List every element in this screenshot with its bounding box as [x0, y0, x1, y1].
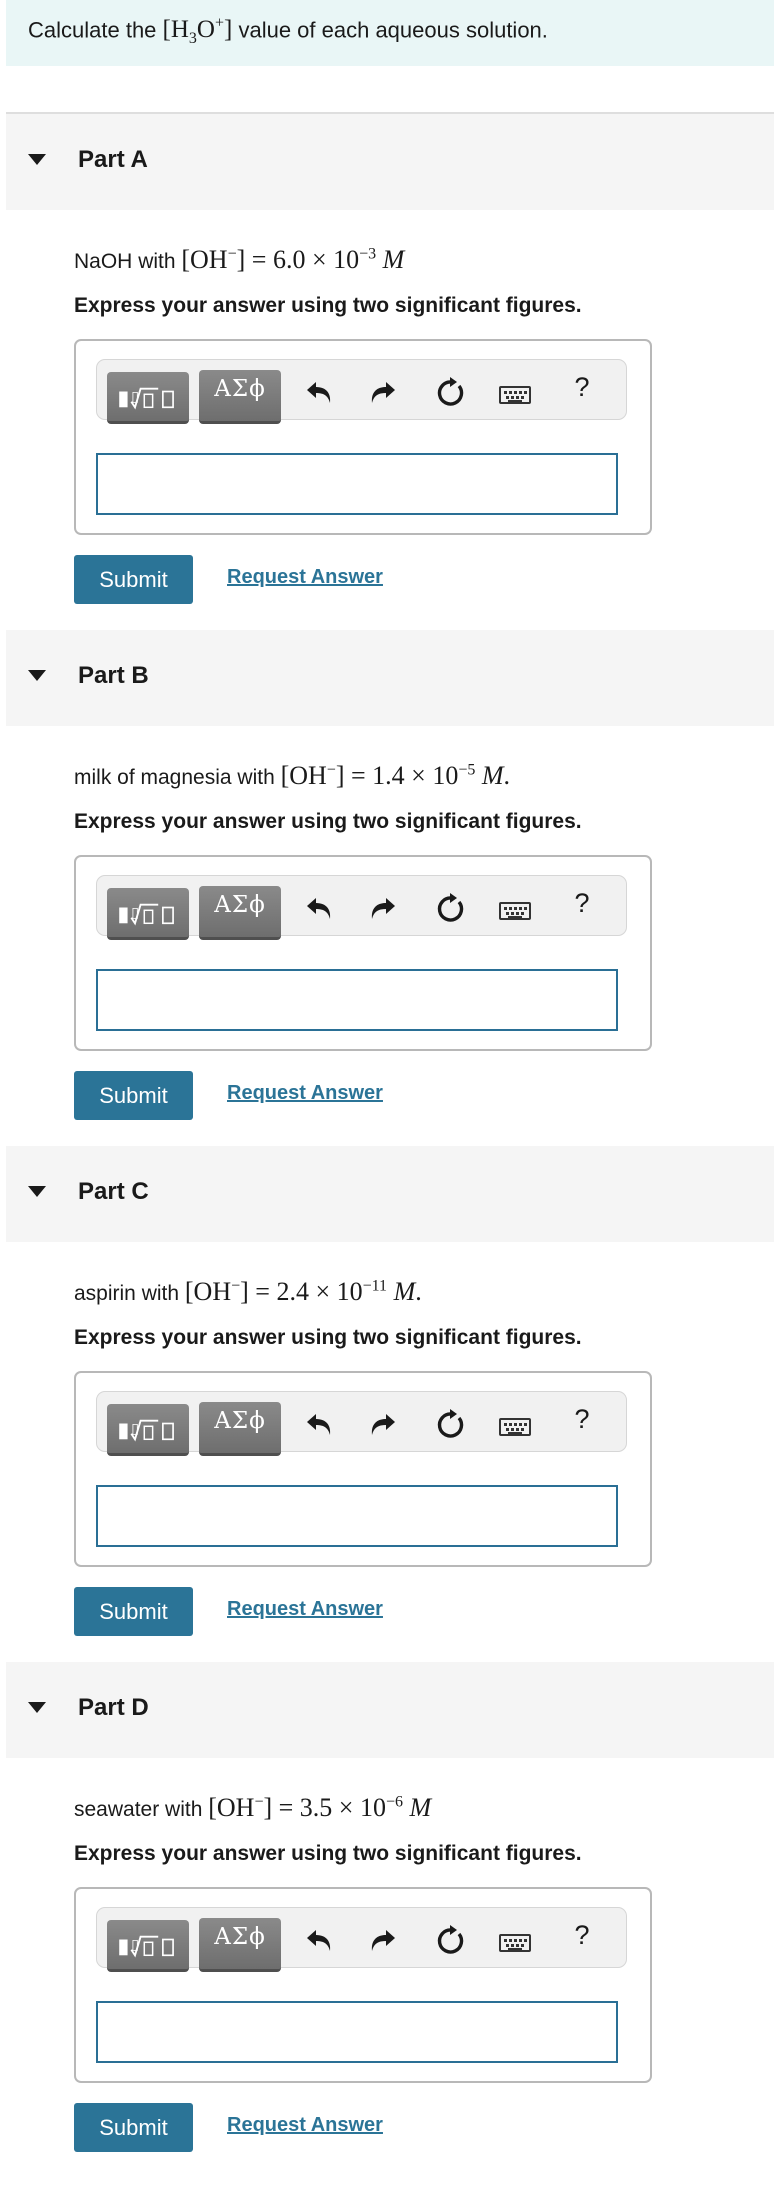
submit-button[interactable]: Submit [74, 555, 193, 604]
answer-input[interactable] [96, 453, 618, 515]
part-header[interactable]: Part C [6, 1146, 774, 1242]
help-button[interactable]: ? [567, 1404, 597, 1435]
templates-radical-icon: ▯ [119, 1419, 174, 1442]
solution-name: seawater [74, 1798, 160, 1821]
templates-button[interactable]: ▯ [107, 1404, 189, 1456]
undo-icon[interactable] [303, 1406, 339, 1442]
templates-radical-icon: ▯ [119, 903, 174, 926]
redo-icon[interactable] [363, 890, 399, 926]
math-toolbar: ▯ ΑΣϕ ? [96, 875, 627, 940]
reset-icon[interactable] [433, 1406, 469, 1442]
hydroxide-concentration: [OH−] = 6.0 × 10−3 M [181, 245, 405, 274]
answer-input[interactable] [96, 969, 618, 1031]
answer-instruction: Express your answer using two significan… [74, 1326, 582, 1349]
hydronium-expression: [H3O+] [162, 15, 233, 48]
request-answer-link[interactable]: Request Answer [227, 2114, 383, 2137]
part-header[interactable]: Part D [6, 1662, 774, 1758]
part-header[interactable]: Part A [6, 114, 774, 210]
reset-icon[interactable] [433, 1922, 469, 1958]
math-toolbar: ▯ ΑΣϕ ? [96, 1391, 627, 1456]
part-header[interactable]: Part B [6, 630, 774, 726]
question-text: milk of magnesia with [OH−] = 1.4 × 10−5… [74, 761, 511, 790]
part-title: Part D [78, 1694, 149, 1721]
prompt-text-pre: Calculate the [28, 17, 163, 43]
answer-instruction: Express your answer using two significan… [74, 810, 582, 833]
answer-input[interactable] [96, 2001, 618, 2063]
collapse-caret-icon[interactable] [28, 1702, 46, 1713]
keyboard-icon[interactable] [499, 1418, 531, 1436]
templates-radical-icon: ▯ [119, 1935, 174, 1958]
templates-button[interactable]: ▯ [107, 372, 189, 424]
symbols-label: ΑΣϕ [214, 376, 266, 402]
redo-icon[interactable] [363, 1406, 399, 1442]
templates-button[interactable]: ▯ [107, 1920, 189, 1972]
reset-icon[interactable] [433, 890, 469, 926]
answer-panel: ▯ ΑΣϕ ? [74, 1371, 652, 1567]
keyboard-icon[interactable] [499, 386, 531, 404]
keyboard-icon[interactable] [499, 1934, 531, 1952]
undo-icon[interactable] [303, 374, 339, 410]
part-title: Part B [78, 662, 149, 689]
answer-panel: ▯ ΑΣϕ ? [74, 1887, 652, 2083]
submit-button[interactable]: Submit [74, 1587, 193, 1636]
redo-icon[interactable] [363, 374, 399, 410]
problem-prompt: Calculate the [H3O+] value of each aqueo… [6, 0, 774, 66]
answer-instruction: Express your answer using two significan… [74, 294, 582, 317]
question-part: Part D seawater with [OH−] = 3.5 × 10−6 … [0, 1662, 774, 2179]
part-title: Part A [78, 146, 148, 173]
symbols-button[interactable]: ΑΣϕ [199, 886, 281, 940]
submit-button[interactable]: Submit [74, 1071, 193, 1120]
solution-name: aspirin [74, 1282, 136, 1305]
question-part: Part B milk of magnesia with [OH−] = 1.4… [0, 630, 774, 1147]
question-part: Part A NaOH with [OH−] = 6.0 × 10−3 M Ex… [0, 114, 774, 631]
undo-icon[interactable] [303, 1922, 339, 1958]
question-text: seawater with [OH−] = 3.5 × 10−6 M [74, 1793, 432, 1822]
redo-icon[interactable] [363, 1922, 399, 1958]
keyboard-icon[interactable] [499, 902, 531, 920]
request-answer-link[interactable]: Request Answer [227, 1082, 383, 1105]
solution-name: milk of magnesia [74, 766, 232, 789]
submit-button[interactable]: Submit [74, 2103, 193, 2152]
collapse-caret-icon[interactable] [28, 154, 46, 165]
question-part: Part C aspirin with [OH−] = 2.4 × 10−11 … [0, 1146, 774, 1663]
collapse-caret-icon[interactable] [28, 1186, 46, 1197]
question-text: aspirin with [OH−] = 2.4 × 10−11 M. [74, 1277, 422, 1306]
part-title: Part C [78, 1178, 149, 1205]
symbols-button[interactable]: ΑΣϕ [199, 1918, 281, 1972]
answer-instruction: Express your answer using two significan… [74, 1842, 582, 1865]
answer-panel: ▯ ΑΣϕ ? [74, 855, 652, 1051]
answer-panel: ▯ ΑΣϕ ? [74, 339, 652, 535]
undo-icon[interactable] [303, 890, 339, 926]
request-answer-link[interactable]: Request Answer [227, 1598, 383, 1621]
hydroxide-concentration: [OH−] = 1.4 × 10−5 M. [280, 761, 511, 790]
symbols-label: ΑΣϕ [214, 1924, 266, 1950]
help-button[interactable]: ? [567, 888, 597, 919]
symbols-label: ΑΣϕ [214, 1408, 266, 1434]
collapse-caret-icon[interactable] [28, 670, 46, 681]
help-button[interactable]: ? [567, 372, 597, 403]
request-answer-link[interactable]: Request Answer [227, 566, 383, 589]
math-toolbar: ▯ ΑΣϕ ? [96, 359, 627, 424]
symbols-button[interactable]: ΑΣϕ [199, 370, 281, 424]
help-button[interactable]: ? [567, 1920, 597, 1951]
templates-button[interactable]: ▯ [107, 888, 189, 940]
hydroxide-concentration: [OH−] = 2.4 × 10−11 M. [184, 1277, 422, 1306]
reset-icon[interactable] [433, 374, 469, 410]
question-text: NaOH with [OH−] = 6.0 × 10−3 M [74, 245, 405, 274]
solution-name: NaOH [74, 250, 133, 273]
math-toolbar: ▯ ΑΣϕ ? [96, 1907, 627, 1972]
symbols-label: ΑΣϕ [214, 892, 266, 918]
symbols-button[interactable]: ΑΣϕ [199, 1402, 281, 1456]
templates-radical-icon: ▯ [119, 387, 174, 410]
hydroxide-concentration: [OH−] = 3.5 × 10−6 M [208, 1793, 432, 1822]
prompt-text-post: value of each aqueous solution. [232, 17, 548, 43]
answer-input[interactable] [96, 1485, 618, 1547]
